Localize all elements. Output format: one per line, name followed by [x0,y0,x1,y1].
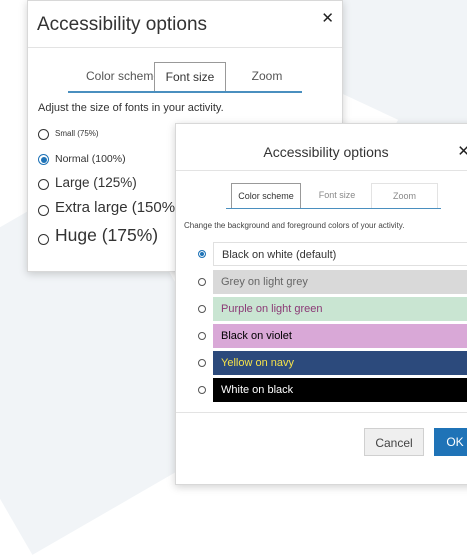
tab-font-size[interactable]: Font size [154,62,226,91]
radio-selected-icon[interactable] [198,250,206,258]
option-label: Large (125%) [55,175,137,190]
radio-icon[interactable] [38,234,49,245]
option-label: Extra large (150%) [55,199,181,216]
dialog-title: Accessibility options [37,14,208,35]
radio-icon[interactable] [198,386,206,394]
radio-icon[interactable] [198,332,206,340]
scheme-label: Black on white (default) [213,242,467,266]
tab-zoom[interactable]: Zoom [233,62,301,90]
color-scheme-dialog: Accessibility options ✕ Color scheme Fon… [175,123,467,485]
radio-icon[interactable] [38,129,49,140]
radio-icon[interactable] [198,359,206,367]
scheme-label: Black on violet [213,324,467,348]
option-label: Small (75%) [55,129,99,138]
tab-font-size[interactable]: Font size [303,183,371,207]
radio-icon[interactable] [198,278,206,286]
tab-underline [68,91,302,93]
scheme-label: White on black [213,378,467,402]
description: Adjust the size of fonts in your activit… [38,102,224,114]
option-label: Normal (100%) [55,153,126,165]
dialog-title: Accessibility options [263,144,389,160]
divider [176,170,467,171]
tab-bar: Color scheme Font size Zoom [28,62,342,93]
option-label: Huge (175%) [55,225,159,245]
scheme-label: Yellow on navy [213,351,467,375]
radio-selected-icon[interactable] [38,154,49,165]
tab-color-scheme[interactable]: Color scheme [231,183,301,209]
tab-zoom[interactable]: Zoom [371,183,438,209]
tab-underline [226,208,441,209]
ok-button[interactable]: OK [434,428,467,456]
scheme-label: Purple on light green [213,297,467,321]
divider [176,412,467,413]
cancel-button[interactable]: Cancel [364,428,424,456]
divider [28,47,342,48]
close-icon[interactable]: ✕ [321,11,334,26]
description: Change the background and foreground col… [184,221,405,230]
scheme-label: Grey on light grey [213,270,467,294]
radio-icon[interactable] [38,179,49,190]
radio-icon[interactable] [38,205,49,216]
radio-icon[interactable] [198,305,206,313]
close-icon[interactable]: ✕ [457,144,467,159]
